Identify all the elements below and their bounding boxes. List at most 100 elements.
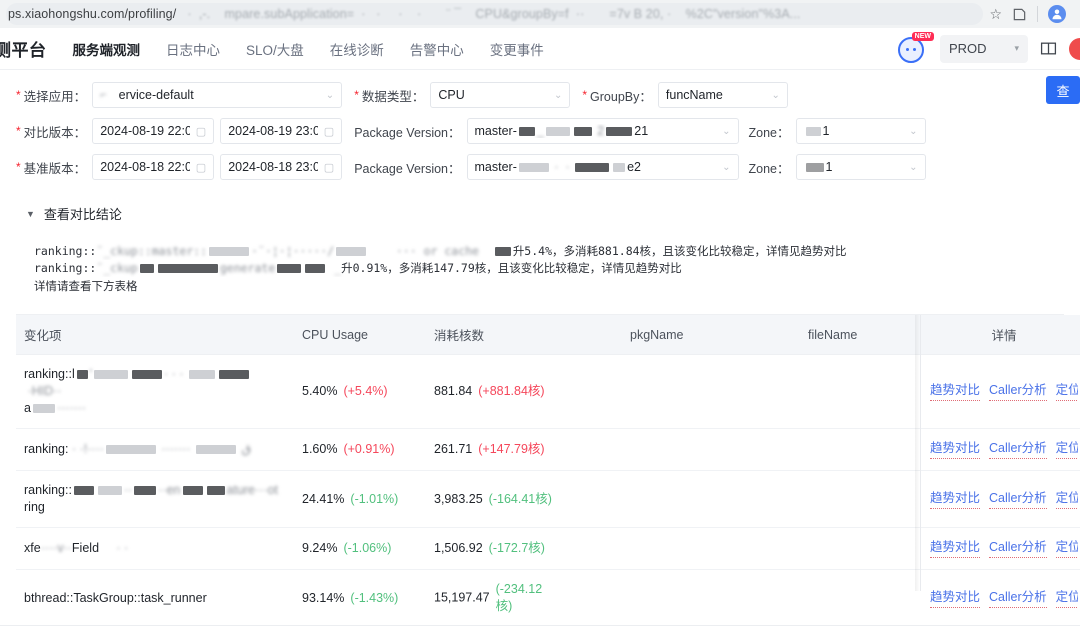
cell-pkg-name (622, 470, 800, 528)
nav-item-change-events[interactable]: 变更事件 (490, 39, 544, 59)
conclusion-line-2: ranking::¨_ckup generate _升0.91%，多消耗147.7… (34, 261, 682, 275)
th-file-name[interactable]: fileName (800, 315, 922, 355)
zone-baseline-value: 1 (804, 160, 832, 174)
chevron-down-icon: ⌄ (909, 125, 918, 137)
book-icon[interactable] (1040, 40, 1057, 57)
compare-version-label: * 对比版本： (16, 124, 87, 140)
pkg-version-label-baseline: Package Version： (354, 161, 461, 176)
zone-baseline-select[interactable]: 1 ⌄ (795, 154, 926, 180)
cell-file-name (800, 470, 922, 528)
caller-analysis-link[interactable]: Caller分析 (989, 539, 1047, 558)
pkg-version-compare-select[interactable]: master- _ 2 21 ⌄ (466, 118, 739, 144)
env-label: PROD (949, 41, 987, 56)
cell-detail: 趋势对比 Caller分析 定位 (922, 470, 1080, 528)
divider (1037, 6, 1038, 22)
conclusion-note: 详情请查看下方表格 (34, 281, 138, 293)
user-avatar-icon[interactable] (1069, 37, 1080, 60)
nav-items: 服务端观测 日志中心 SLO/大盘 在线诊断 告警中心 变更事件 (73, 39, 544, 59)
env-selector[interactable]: PROD ▾ (940, 34, 1028, 63)
cell-cpu-usage: 5.40% (+5.4%) (294, 354, 426, 429)
cell-pkg-name (622, 527, 800, 570)
url-blurred-3: ·· =7v B 20, · (568, 7, 686, 21)
app-select[interactable]: ⌐ ervice-default ⌄ (92, 82, 343, 108)
locate-link[interactable]: 定位 (1055, 490, 1078, 509)
pkg-version-baseline-select[interactable]: master- · · e2 ⌄ (466, 154, 739, 180)
groupby-value: funcName (665, 88, 723, 102)
zone-compare-select[interactable]: 1 ⌄ (795, 118, 926, 144)
form-row-compare: * 对比版本： 2024-08-19 22:00 ▢ 2024-08-19 23… (16, 114, 1064, 148)
th-change-item[interactable]: 变化项 (16, 315, 294, 355)
datatype-select[interactable]: CPU ⌄ (430, 82, 571, 108)
required-mark: * (16, 88, 21, 102)
calendar-icon: ▢ (195, 161, 207, 174)
chevron-down-icon: ⌄ (909, 161, 918, 173)
trend-compare-link[interactable]: 趋势对比 (930, 589, 981, 608)
cell-detail: 趋势对比 Caller分析 定位 (922, 569, 1080, 626)
baseline-start-value: 2024-08-18 22:00 (100, 160, 190, 174)
chevron-down-icon: ⌄ (722, 161, 731, 173)
address-bar[interactable]: ps.xiaohongshu.com/profiling/ · ,-. mpar… (6, 3, 984, 25)
comparison-table: 变化项 CPU Usage 消耗核数 pkgName fileName 详情 r… (16, 314, 1080, 626)
new-badge: NEW (911, 31, 934, 41)
trend-compare-link[interactable]: 趋势对比 (930, 539, 981, 558)
caller-analysis-link[interactable]: Caller分析 (989, 490, 1047, 509)
groupby-select[interactable]: funcName ⌄ (657, 82, 788, 108)
cell-cpu-usage: 9.24% (-1.06%) (294, 527, 426, 570)
th-core-count[interactable]: 消耗核数 (426, 315, 622, 355)
nav-item-log-center[interactable]: 日志中心 (166, 39, 220, 59)
compare-start-date[interactable]: 2024-08-19 22:00 ▢ (92, 118, 215, 144)
th-detail[interactable]: 详情 (922, 315, 1080, 355)
star-icon[interactable]: ☆ (989, 6, 1002, 23)
app-value: ervice-default (118, 88, 194, 102)
locate-link[interactable]: 定位 (1055, 589, 1078, 608)
locate-link[interactable]: 定位 (1055, 382, 1078, 401)
caller-analysis-link[interactable]: Caller分析 (989, 440, 1047, 459)
cell-file-name (800, 428, 922, 471)
extensions-icon[interactable] (1012, 7, 1027, 22)
cell-change-item: ranking:: ·· ··en ature···ot ring (16, 470, 294, 528)
zone-compare-value: 1 (804, 124, 829, 138)
chevron-down-icon: ⌄ (722, 125, 731, 137)
cell-core-count: 3,983.25 (-164.41核) (426, 470, 622, 528)
triangle-down-icon: ▼ (26, 208, 35, 219)
caller-analysis-link[interactable]: Caller分析 (989, 382, 1047, 401)
baseline-end-date[interactable]: 2024-08-18 23:00 ▢ (220, 154, 343, 180)
cell-change-item: ranking: · ·!···· ······· ق (16, 428, 294, 471)
baseline-start-date[interactable]: 2024-08-18 22:00 ▢ (92, 154, 215, 180)
pkg-version-label-compare: Package Version： (354, 125, 461, 140)
pkg-version-baseline-value: master- · · e2 (474, 160, 642, 174)
caller-analysis-link[interactable]: Caller分析 (989, 589, 1047, 608)
cell-core-count: 15,197.47(-234.12 核) (426, 569, 622, 626)
chat-bot-icon[interactable]: NEW (898, 31, 934, 64)
nav-item-online-diagnosis[interactable]: 在线诊断 (330, 39, 384, 59)
url-fragment-3: %2C"version"%3A... (685, 7, 801, 21)
query-button[interactable]: 查 (1046, 76, 1080, 104)
browser-actions: ☆ (983, 5, 1074, 23)
required-mark: * (582, 88, 588, 102)
profile-avatar-icon[interactable] (1048, 5, 1066, 23)
calendar-icon: ▢ (323, 125, 335, 138)
app-brand: 测平台 (0, 41, 47, 60)
required-mark: * (354, 88, 359, 102)
locate-link[interactable]: 定位 (1055, 539, 1078, 558)
pkg-version-compare-value: master- _ 2 21 (474, 124, 649, 138)
cell-core-count: 1,506.92 (-172.7核) (426, 527, 622, 570)
nav-item-service-observe[interactable]: 服务端观测 (73, 39, 141, 59)
nav-item-alert-center[interactable]: 告警中心 (410, 39, 464, 59)
compare-end-date[interactable]: 2024-08-19 23:00 ▢ (220, 118, 343, 144)
trend-compare-link[interactable]: 趋势对比 (930, 382, 981, 401)
cell-pkg-name (622, 569, 800, 626)
cell-file-name (800, 527, 922, 570)
th-cpu-usage[interactable]: CPU Usage (294, 315, 426, 355)
required-mark: * (16, 160, 21, 174)
trend-compare-link[interactable]: 趋势对比 (930, 440, 981, 459)
zone-label-compare: Zone： (748, 125, 790, 140)
th-pkg-name[interactable]: pkgName (622, 315, 800, 355)
locate-link[interactable]: 定位 (1055, 440, 1078, 459)
datatype-label: * 数据类型： (354, 88, 425, 104)
calendar-icon: ▢ (195, 125, 207, 138)
conclusion-toggle[interactable]: ▼ 查看对比结论 (26, 204, 1064, 223)
nav-item-slo-dashboard[interactable]: SLO/大盘 (246, 39, 304, 59)
groupby-label: * GroupBy： (582, 88, 652, 104)
trend-compare-link[interactable]: 趋势对比 (930, 490, 981, 509)
